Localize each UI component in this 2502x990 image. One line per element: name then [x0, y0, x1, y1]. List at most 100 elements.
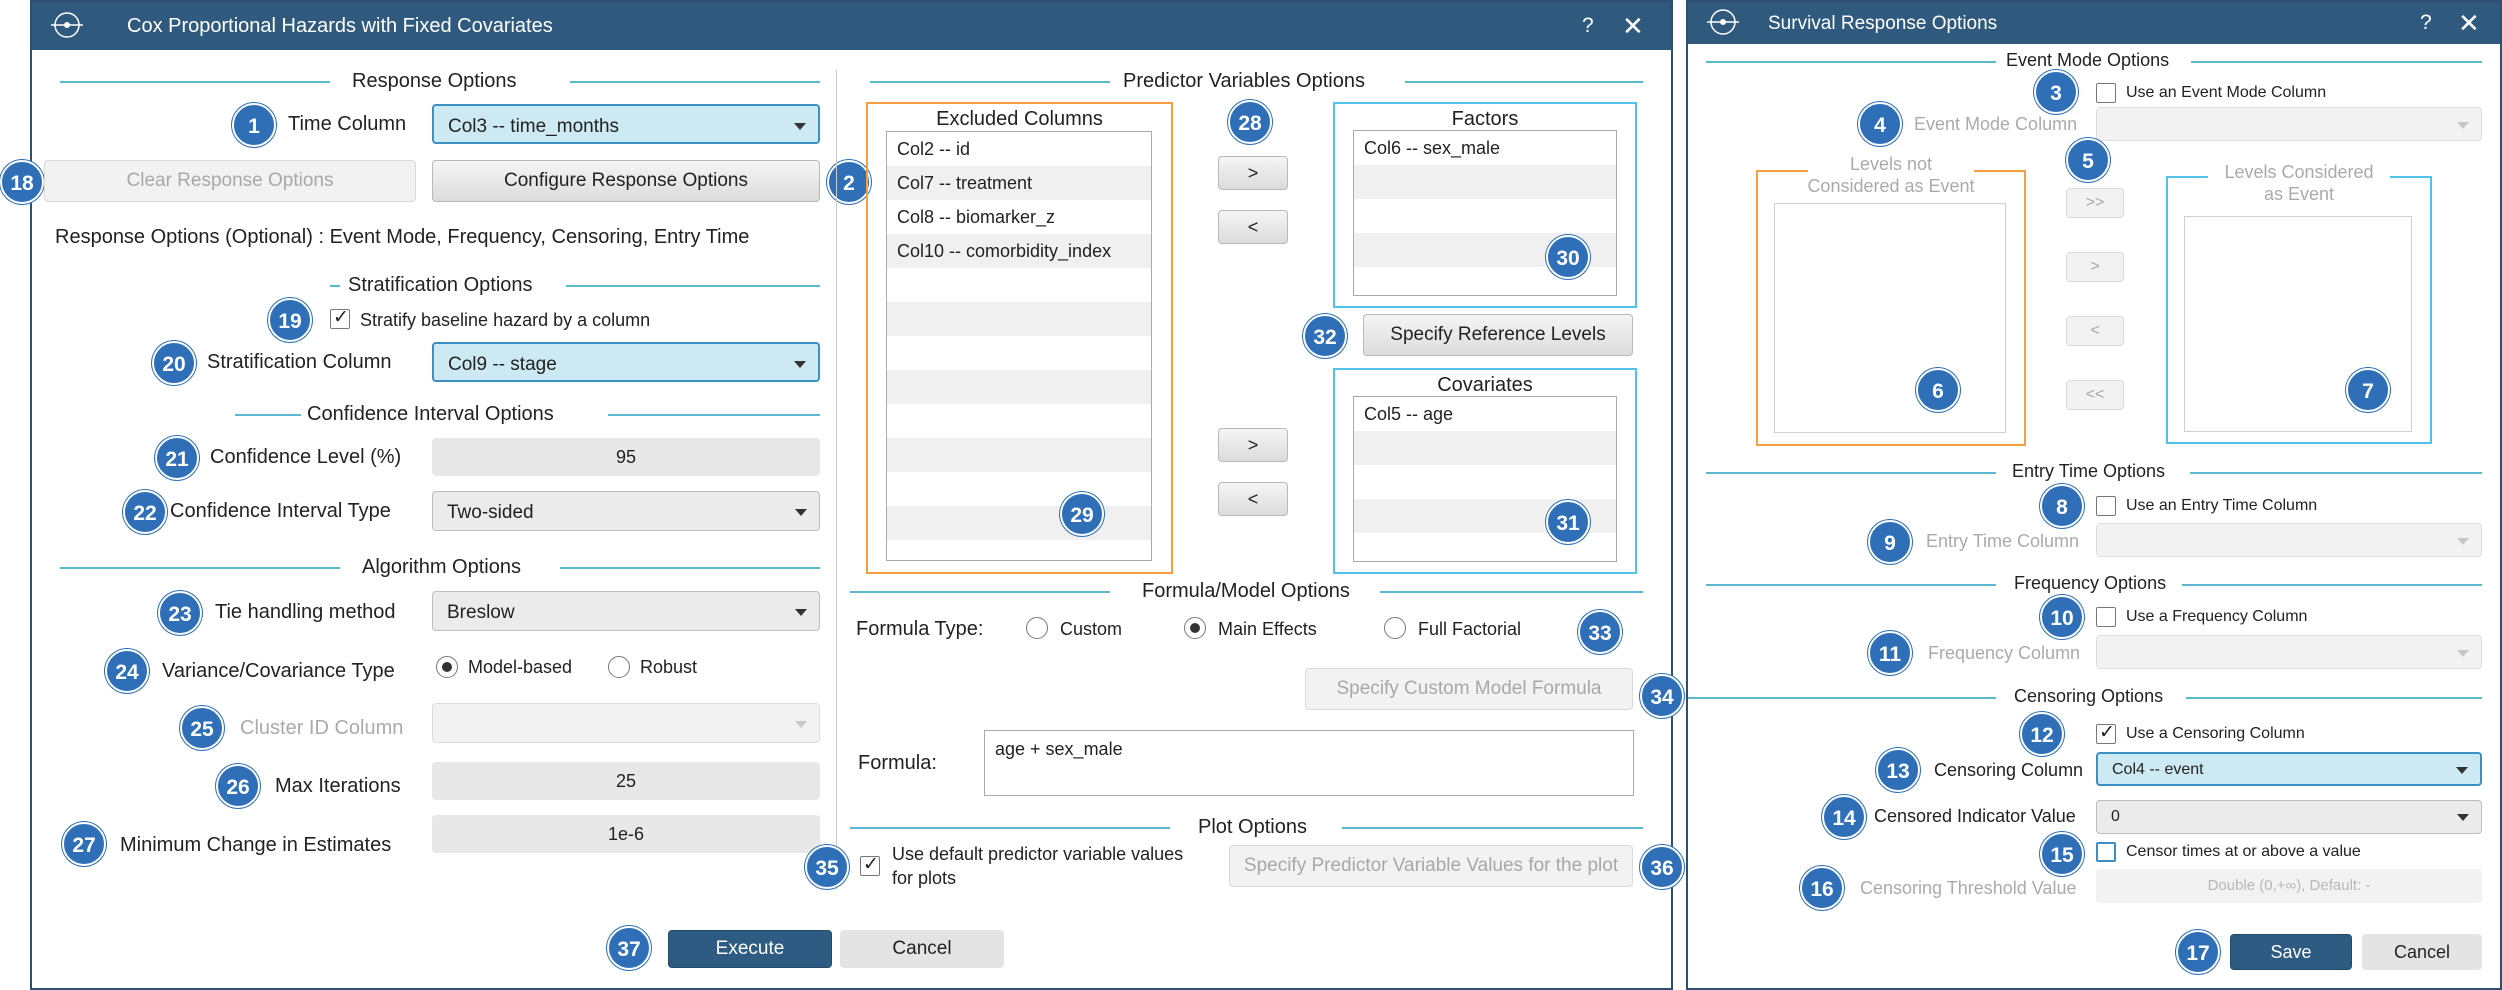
- cluster-id-label: Cluster ID Column: [240, 717, 404, 739]
- min-change-input[interactable]: 1e-6: [432, 815, 820, 853]
- badge-19: 19: [268, 298, 312, 342]
- event-mode-checkbox-label: Use an Event Mode Column: [2126, 84, 2327, 101]
- badge-35: 35: [805, 845, 849, 889]
- censored-indicator-label: Censored Indicator Value: [1874, 806, 2076, 826]
- badge-25: 25: [180, 706, 224, 750]
- badge-10: 10: [2040, 595, 2084, 639]
- censor-threshold-checkbox-label: Censor times at or above a value: [2126, 843, 2361, 860]
- min-change-label: Minimum Change in Estimates: [120, 834, 392, 856]
- list-item[interactable]: Col6 -- sex_male: [1354, 131, 1616, 165]
- entry-time-checkbox-label: Use an Entry Time Column: [2126, 497, 2318, 514]
- event-mode-column-select[interactable]: [2096, 107, 2482, 141]
- censoring-column-select[interactable]: Col4 -- event: [2096, 752, 2482, 786]
- frequency-column-label: Frequency Column: [1928, 643, 2081, 663]
- variance-model-based-radio[interactable]: [436, 656, 458, 678]
- frequency-column-select[interactable]: [2096, 635, 2482, 669]
- badge-29: 29: [1060, 492, 1104, 536]
- stratify-checkbox[interactable]: [330, 306, 350, 329]
- entry-time-checkbox[interactable]: [2096, 496, 2116, 516]
- list-item[interactable]: Col5 -- age: [1354, 397, 1616, 431]
- specify-custom-formula-button[interactable]: Specify Custom Model Formula: [1305, 668, 1633, 710]
- formula-main-effects-radio[interactable]: [1184, 617, 1206, 639]
- censoring-checkbox-label: Use a Censoring Column: [2126, 725, 2305, 742]
- remove-from-covariates-button[interactable]: <: [1218, 482, 1288, 516]
- time-column-select[interactable]: Col3 -- time_months: [432, 104, 820, 144]
- frequency-checkbox-label: Use a Frequency Column: [2126, 608, 2308, 625]
- chevron-down-icon: [2457, 538, 2469, 545]
- section-event-mode: Event Mode Options: [1706, 50, 2482, 72]
- default-predictor-values-checkbox[interactable]: [860, 853, 880, 876]
- censoring-column-label: Censoring Column: [1934, 760, 2084, 780]
- censoring-threshold-input[interactable]: Double (0,+∞), Default: -: [2096, 869, 2482, 903]
- list-item[interactable]: Col7 -- treatment: [887, 166, 1151, 200]
- entry-time-column-select[interactable]: [2096, 523, 2482, 557]
- excluded-columns-list[interactable]: Col2 -- id Col7 -- treatment Col8 -- bio…: [886, 131, 1152, 561]
- configure-response-options-button[interactable]: Configure Response Options: [432, 160, 820, 202]
- move-to-factors-button[interactable]: >: [1218, 156, 1288, 190]
- section-censoring: Censoring Options: [1706, 686, 2482, 708]
- event-mode-column-label: Event Mode Column: [1914, 114, 2078, 134]
- variance-type-label: Variance/Covariance Type: [162, 660, 395, 682]
- stratification-column-label: Stratification Column: [207, 351, 392, 373]
- column-divider: [836, 70, 837, 890]
- stratification-column-select[interactable]: Col9 -- stage: [432, 342, 820, 382]
- formula-custom-radio[interactable]: [1026, 617, 1048, 639]
- event-mode-checkbox[interactable]: [2096, 83, 2116, 103]
- badge-11: 11: [1868, 631, 1912, 675]
- formula-textarea[interactable]: age + sex_male: [984, 730, 1634, 796]
- censor-threshold-checkbox[interactable]: [2096, 842, 2116, 862]
- variance-model-based-label: Model-based: [468, 657, 573, 677]
- tie-handling-select[interactable]: Breslow: [432, 591, 820, 631]
- chevron-down-icon: [795, 609, 807, 616]
- close-icon[interactable]: ✕: [2458, 8, 2480, 39]
- cancel-button[interactable]: Cancel: [2362, 934, 2482, 970]
- confidence-level-input[interactable]: 95: [432, 438, 820, 476]
- ci-type-select[interactable]: Two-sided: [432, 491, 820, 531]
- help-icon[interactable]: ?: [1582, 14, 1594, 38]
- badge-18: 18: [0, 160, 44, 204]
- formula-full-factorial-radio[interactable]: [1384, 617, 1406, 639]
- formula-full-factorial-label: Full Factorial: [1418, 619, 1522, 639]
- badge-15: 15: [2040, 832, 2084, 876]
- badge-6: 6: [1916, 368, 1960, 412]
- variance-robust-radio[interactable]: [608, 656, 630, 678]
- close-icon[interactable]: ✕: [1622, 11, 1644, 42]
- cluster-id-select[interactable]: [432, 703, 820, 743]
- default-predictor-values-label-2: for plots: [892, 868, 957, 888]
- badge-23: 23: [158, 591, 202, 635]
- list-item[interactable]: Col10 -- comorbidity_index: [887, 234, 1151, 268]
- max-iterations-input[interactable]: 25: [432, 762, 820, 800]
- cancel-button[interactable]: Cancel: [840, 930, 1004, 968]
- help-icon[interactable]: ?: [2420, 11, 2432, 35]
- censoring-checkbox[interactable]: [2096, 721, 2116, 744]
- move-to-event-button[interactable]: >: [2066, 252, 2124, 282]
- tie-handling-label: Tie handling method: [215, 601, 396, 623]
- section-response: Response Options: [60, 70, 820, 92]
- move-to-covariates-button[interactable]: >: [1218, 428, 1288, 462]
- badge-20: 20: [152, 341, 196, 385]
- formula-main-effects-label: Main Effects: [1218, 619, 1317, 639]
- badge-27: 27: [62, 822, 106, 866]
- app-logo-icon: [1707, 9, 1739, 35]
- frequency-checkbox[interactable]: [2096, 607, 2116, 627]
- move-all-to-event-button[interactable]: >>: [2066, 188, 2124, 218]
- save-button[interactable]: Save: [2230, 934, 2352, 970]
- censored-indicator-select[interactable]: 0: [2096, 800, 2482, 834]
- badge-3: 3: [2034, 70, 2078, 114]
- list-item[interactable]: Col2 -- id: [887, 132, 1151, 166]
- remove-all-from-event-button[interactable]: <<: [2066, 380, 2124, 410]
- badge-16: 16: [1800, 866, 1844, 910]
- stratify-checkbox-label: Stratify baseline hazard by a column: [360, 310, 651, 330]
- specify-predictor-values-button[interactable]: Specify Predictor Variable Values for th…: [1229, 845, 1633, 887]
- badge-26: 26: [216, 764, 260, 808]
- specify-reference-levels-button[interactable]: Specify Reference Levels: [1363, 314, 1633, 356]
- levels-not-event-list[interactable]: [1774, 203, 2006, 433]
- badge-28: 28: [1228, 100, 1272, 144]
- remove-from-factors-button[interactable]: <: [1218, 210, 1288, 244]
- clear-response-options-button[interactable]: Clear Response Options: [44, 160, 416, 202]
- remove-from-event-button[interactable]: <: [2066, 316, 2124, 346]
- max-iterations-label: Max Iterations: [275, 775, 401, 797]
- execute-button[interactable]: Execute: [668, 930, 832, 968]
- section-frequency: Frequency Options: [1706, 573, 2482, 595]
- list-item[interactable]: Col8 -- biomarker_z: [887, 200, 1151, 234]
